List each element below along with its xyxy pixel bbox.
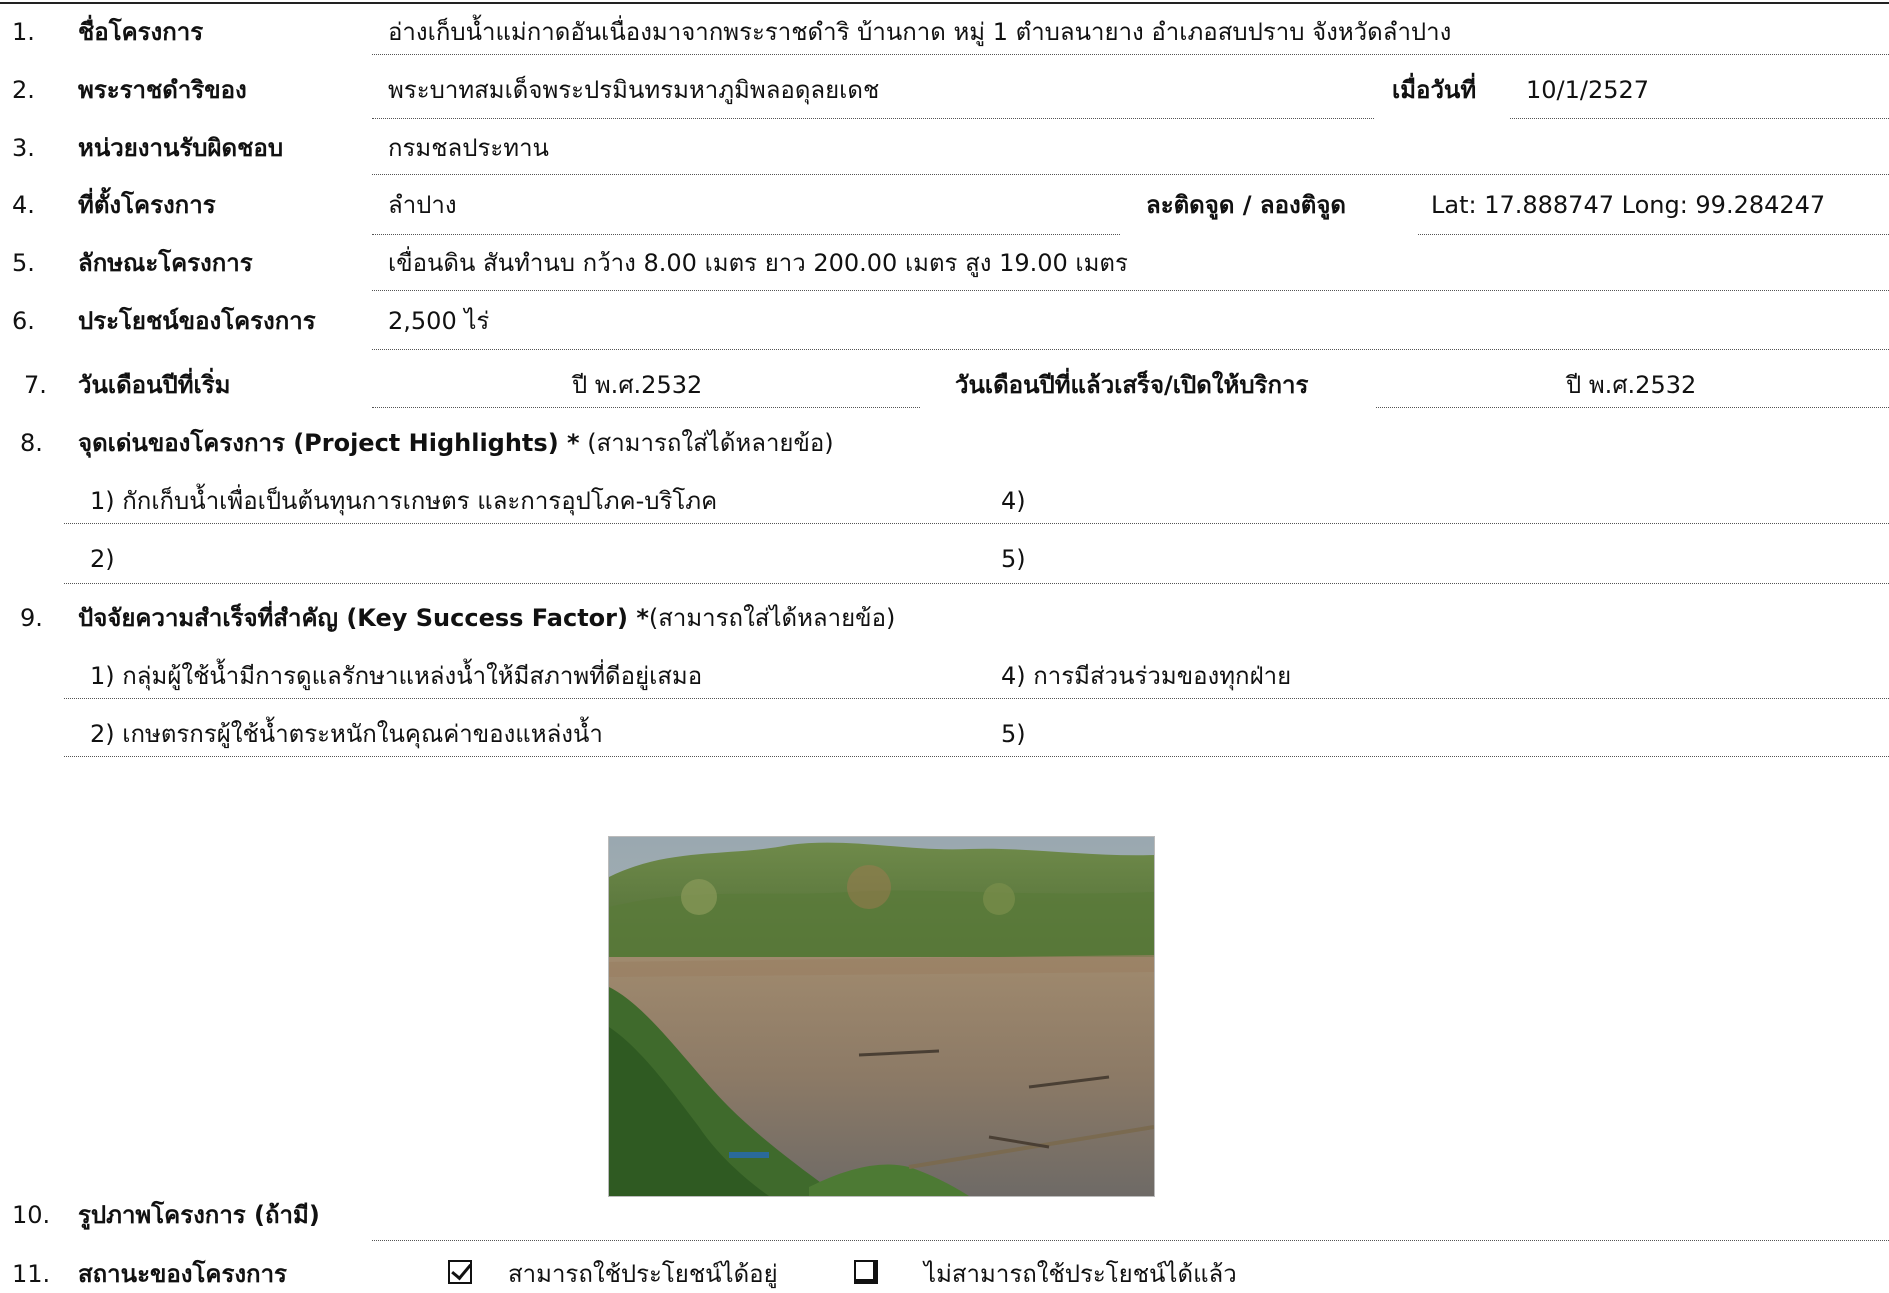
success-heading: ปัจจัยความสำเร็จที่สำคัญ (Key Success Fa…	[78, 603, 895, 633]
reservoir-photo-illustration	[609, 837, 1154, 1196]
highlight-item: 2)	[90, 545, 115, 573]
unusable-option-label: ไม่สามารถใช้ประโยชน์ได้แล้ว	[924, 1260, 1237, 1288]
usable-option-label: สามารถใช้ประโยชน์ได้อยู่	[508, 1260, 778, 1288]
field-underline	[64, 756, 1889, 757]
usable-checkbox[interactable]	[448, 1260, 472, 1284]
field-underline	[372, 349, 1889, 350]
field-underline	[64, 583, 1889, 584]
field-underline	[372, 1240, 1889, 1241]
highlights-heading: จุดเด่นของโครงการ (Project Highlights) *…	[78, 428, 834, 458]
field-underline	[372, 54, 1889, 55]
project-photo-label: รูปภาพโครงการ (ถ้ามี)	[78, 1201, 320, 1229]
location-label: ที่ตั้งโครงการ	[78, 191, 216, 219]
field-underline	[1376, 407, 1889, 408]
location-value: ลำปาง	[388, 191, 457, 219]
row-number: 2.	[12, 76, 35, 104]
royal-initiative-label: พระราชดำริของ	[78, 76, 247, 104]
row-number: 8.	[20, 429, 43, 457]
royal-initiative-value: พระบาทสมเด็จพระปรมินทรมหาภูมิพลอดุลยเดช	[388, 76, 880, 104]
highlight-item: 1) กักเก็บน้ำเพื่อเป็นต้นทุนการเกษตร และ…	[90, 487, 718, 515]
row-number: 1.	[12, 18, 35, 46]
coordinates-label: ละติดจูด / ลองติจูด	[1146, 191, 1346, 219]
field-underline	[372, 234, 1120, 235]
success-title: ปัจจัยความสำเร็จที่สำคัญ (Key Success Fa…	[78, 604, 649, 632]
coordinates-value: Lat: 17.888747 Long: 99.284247	[1431, 191, 1826, 219]
benefit-value: 2,500 ไร่	[388, 307, 490, 335]
success-note: (สามารถใส่ได้หลายข้อ)	[648, 604, 896, 632]
project-name-label: ชื่อโครงการ	[78, 18, 204, 46]
top-border	[0, 2, 1889, 4]
responsible-agency-label: หน่วยงานรับผิดชอบ	[78, 134, 284, 162]
field-underline	[372, 290, 1889, 291]
row-number: 6.	[12, 307, 35, 335]
start-date-value: ปี พ.ศ.2532	[572, 371, 703, 399]
highlights-title: จุดเด่นของโครงการ (Project Highlights) *	[78, 429, 580, 457]
date-value: 10/1/2527	[1526, 76, 1650, 104]
project-name-value: อ่างเก็บน้ำแม่กาดอันเนื่องมาจากพระราชดำร…	[388, 18, 1452, 46]
completion-date-value: ปี พ.ศ.2532	[1566, 371, 1697, 399]
row-number: 11.	[12, 1260, 51, 1288]
benefit-label: ประโยชน์ของโครงการ	[78, 307, 316, 335]
field-underline	[64, 523, 1889, 524]
field-underline	[372, 118, 1374, 119]
highlight-item: 5)	[1001, 545, 1026, 573]
success-item: 2) เกษตรกรผู้ใช้น้ำตระหนักในคุณค่าของแหล…	[90, 720, 603, 748]
unusable-checkbox[interactable]	[854, 1260, 878, 1284]
row-number: 9.	[20, 604, 43, 632]
success-item: 4) การมีส่วนร่วมของทุกฝ่าย	[1001, 662, 1292, 690]
start-date-label: วันเดือนปีที่เริ่ม	[78, 371, 231, 399]
field-underline	[1418, 234, 1889, 235]
row-number: 4.	[12, 191, 35, 219]
date-label: เมื่อวันที่	[1392, 76, 1477, 104]
field-underline	[1510, 118, 1889, 119]
success-item: 1) กลุ่มผู้ใช้น้ำมีการดูแลรักษาแหล่งน้ำใ…	[90, 662, 703, 690]
project-type-value: เขื่อนดิน สันทำนบ กว้าง 8.00 เมตร ยาว 20…	[388, 249, 1128, 277]
project-status-label: สถานะของโครงการ	[78, 1260, 287, 1288]
field-underline	[64, 698, 1889, 699]
project-photo	[608, 836, 1155, 1197]
highlight-item: 4)	[1001, 487, 1026, 515]
row-number: 3.	[12, 134, 35, 162]
row-number: 5.	[12, 249, 35, 277]
completion-date-label: วันเดือนปีที่แล้วเสร็จ/เปิดให้บริการ	[955, 371, 1309, 399]
row-number: 10.	[12, 1201, 51, 1229]
success-item: 5)	[1001, 720, 1026, 748]
highlights-note: (สามารถใส่ได้หลายข้อ)	[579, 429, 834, 457]
field-underline	[372, 407, 920, 408]
project-form: 1. ชื่อโครงการ อ่างเก็บน้ำแม่กาดอันเนื่อ…	[0, 0, 1889, 1293]
project-type-label: ลักษณะโครงการ	[78, 249, 253, 277]
row-number: 7.	[24, 371, 47, 399]
field-underline	[372, 174, 1889, 175]
responsible-agency-value: กรมชลประทาน	[388, 134, 549, 162]
